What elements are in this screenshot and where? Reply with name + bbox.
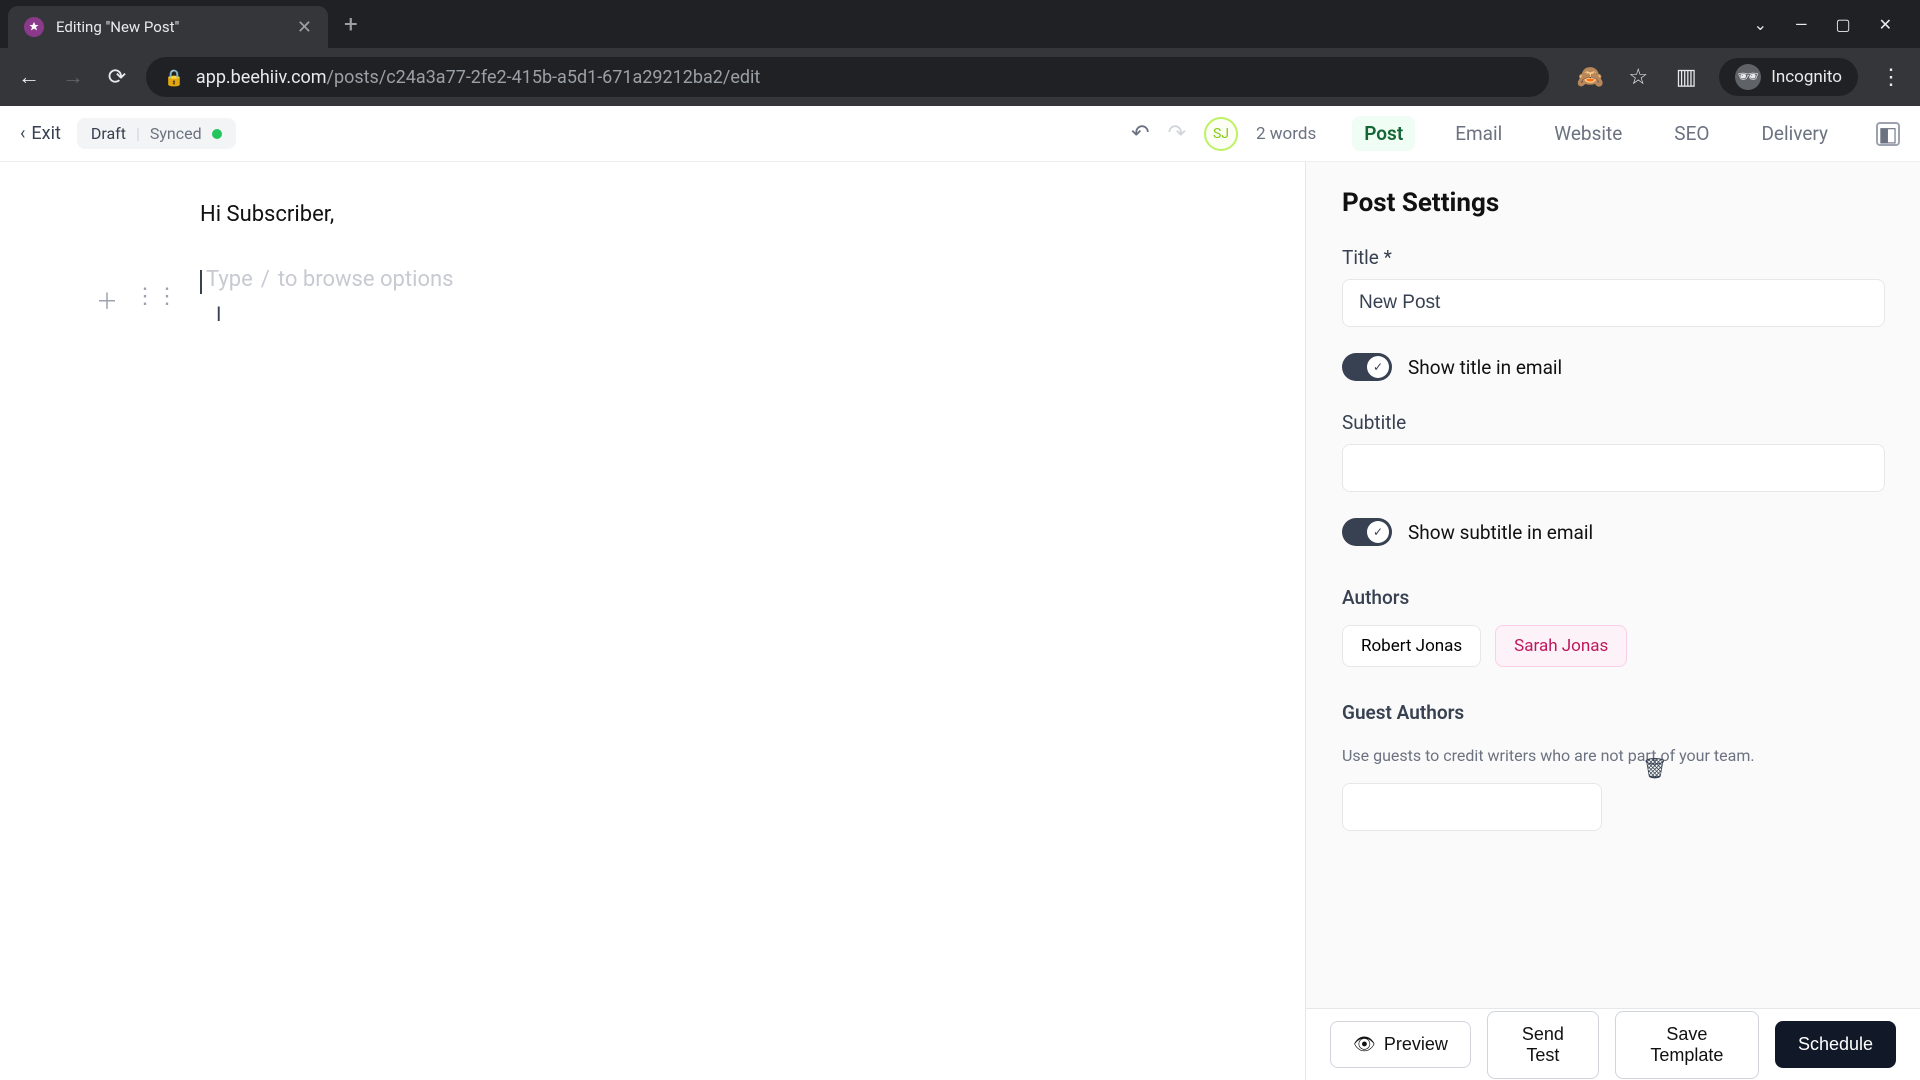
check-icon: ✓ [1367,356,1389,378]
send-test-button[interactable]: Send Test [1487,1011,1599,1079]
favicon-icon [24,17,44,37]
incognito-label: Incognito [1771,67,1842,87]
eye-off-icon[interactable]: 🙈 [1575,62,1605,92]
show-subtitle-label: Show subtitle in email [1408,521,1593,544]
browser-tab[interactable]: Editing "New Post" ✕ [8,6,328,48]
status-synced: Synced [150,124,202,143]
guest-author-input[interactable] [1342,783,1602,831]
status-draft: Draft [91,124,126,143]
tab-delivery[interactable]: Delivery [1749,116,1840,151]
redo-button[interactable]: ↷ [1168,121,1186,146]
new-tab-button[interactable]: + [344,10,358,38]
preview-label: Preview [1384,1034,1448,1055]
check-icon: ✓ [1367,521,1389,543]
incognito-badge[interactable]: 🕶 Incognito [1719,58,1858,96]
lock-icon: 🔒 [164,68,184,87]
placeholder-line[interactable]: Type / to browse options [200,267,920,292]
show-subtitle-toggle[interactable]: ✓ [1342,518,1392,546]
exit-button[interactable]: ‹ Exit [20,123,61,144]
tab-email[interactable]: Email [1443,116,1514,151]
show-title-toggle[interactable]: ✓ [1342,353,1392,381]
status-pill: Draft | Synced [77,118,236,149]
window-controls: ⌄ ― ▢ ✕ [1754,15,1912,34]
eye-icon: 👁 [1353,1034,1376,1055]
guest-authors-label: Guest Authors [1342,701,1885,724]
placeholder-suffix: to browse options [278,267,454,292]
drag-handle-icon[interactable]: ⋮⋮ [134,284,178,316]
chevron-down-icon[interactable]: ⌄ [1754,15,1767,34]
address-bar: ← → ⟳ 🔒 app.beehiiv.com/posts/c24a3a77-2… [0,48,1920,106]
browser-chrome: Editing "New Post" ✕ + ⌄ ― ▢ ✕ ← → ⟳ 🔒 a… [0,0,1920,106]
toggle-panel-button[interactable]: ◧ [1876,122,1900,146]
status-separator: | [136,124,140,143]
maximize-icon[interactable]: ▢ [1835,15,1850,34]
greeting-line[interactable]: Hi Subscriber, [200,202,920,227]
preview-button[interactable]: 👁 Preview [1330,1021,1471,1068]
exit-label: Exit [31,123,60,144]
reload-button[interactable]: ⟳ [102,62,132,92]
main: Hi Subscriber, Type / to browse options … [0,162,1920,1080]
trash-icon[interactable]: 🗑 [1642,756,1667,780]
authors-label: Authors [1342,586,1885,609]
minimize-icon[interactable]: ― [1795,15,1808,34]
tab-strip: Editing "New Post" ✕ + ⌄ ― ▢ ✕ [0,0,1920,48]
word-count: 2 words [1256,124,1316,144]
forward-button[interactable]: → [58,62,88,92]
schedule-button[interactable]: Schedule [1775,1021,1896,1068]
settings-tabs: Post Email Website SEO Delivery [1352,116,1840,151]
url-box[interactable]: 🔒 app.beehiiv.com/posts/c24a3a77-2fe2-41… [146,57,1549,97]
incognito-icon: 🕶 [1735,64,1761,90]
url-text: app.beehiiv.com/posts/c24a3a77-2fe2-415b… [196,67,760,88]
authors-list: Robert Jonas Sarah Jonas [1342,625,1885,667]
line-tools: ＋ ⋮⋮ [96,284,178,316]
guest-authors-desc: Use guests to credit writers who are not… [1342,746,1885,765]
avatar[interactable]: SJ [1204,117,1238,151]
title-label: Title * [1342,246,1885,269]
author-chip[interactable]: Sarah Jonas [1495,625,1627,667]
tab-post[interactable]: Post [1352,116,1415,151]
editor-area[interactable]: Hi Subscriber, Type / to browse options … [0,162,1305,1080]
tab-seo[interactable]: SEO [1662,116,1721,151]
panel-title: Post Settings [1342,188,1885,218]
text-cursor [200,270,202,294]
ibeam-cursor-icon: I [216,302,221,326]
placeholder-slash: / [261,267,270,292]
back-button[interactable]: ← [14,62,44,92]
undo-button[interactable]: ↶ [1131,121,1149,146]
tab-website[interactable]: Website [1542,116,1634,151]
sync-dot-icon [212,129,222,139]
editor-topbar: ‹ Exit Draft | Synced ↶ ↷ SJ 2 words Pos… [0,106,1920,162]
show-title-label: Show title in email [1408,356,1562,379]
settings-panel: Post Settings Title * ✓ Show title in em… [1306,162,1920,1008]
panel-icon[interactable]: ▥ [1671,62,1701,92]
author-chip[interactable]: Robert Jonas [1342,625,1481,667]
save-template-button[interactable]: Save Template [1615,1011,1759,1079]
title-input[interactable] [1342,279,1885,327]
footer-actions: 👁 Preview Send Test Save Template Schedul… [1306,1008,1920,1080]
chevron-left-icon: ‹ [20,123,25,144]
close-icon[interactable]: ✕ [297,17,312,38]
subtitle-input[interactable] [1342,444,1885,492]
tab-title: Editing "New Post" [56,18,285,36]
star-icon[interactable]: ☆ [1623,62,1653,92]
editor-content[interactable]: Hi Subscriber, Type / to browse options [200,202,920,292]
app: ‹ Exit Draft | Synced ↶ ↷ SJ 2 words Pos… [0,106,1920,1080]
add-block-button[interactable]: ＋ [96,284,118,316]
subtitle-label: Subtitle [1342,411,1885,434]
placeholder-prefix: Type [206,267,253,292]
close-window-icon[interactable]: ✕ [1879,15,1892,34]
kebab-menu-icon[interactable]: ⋮ [1876,62,1906,92]
